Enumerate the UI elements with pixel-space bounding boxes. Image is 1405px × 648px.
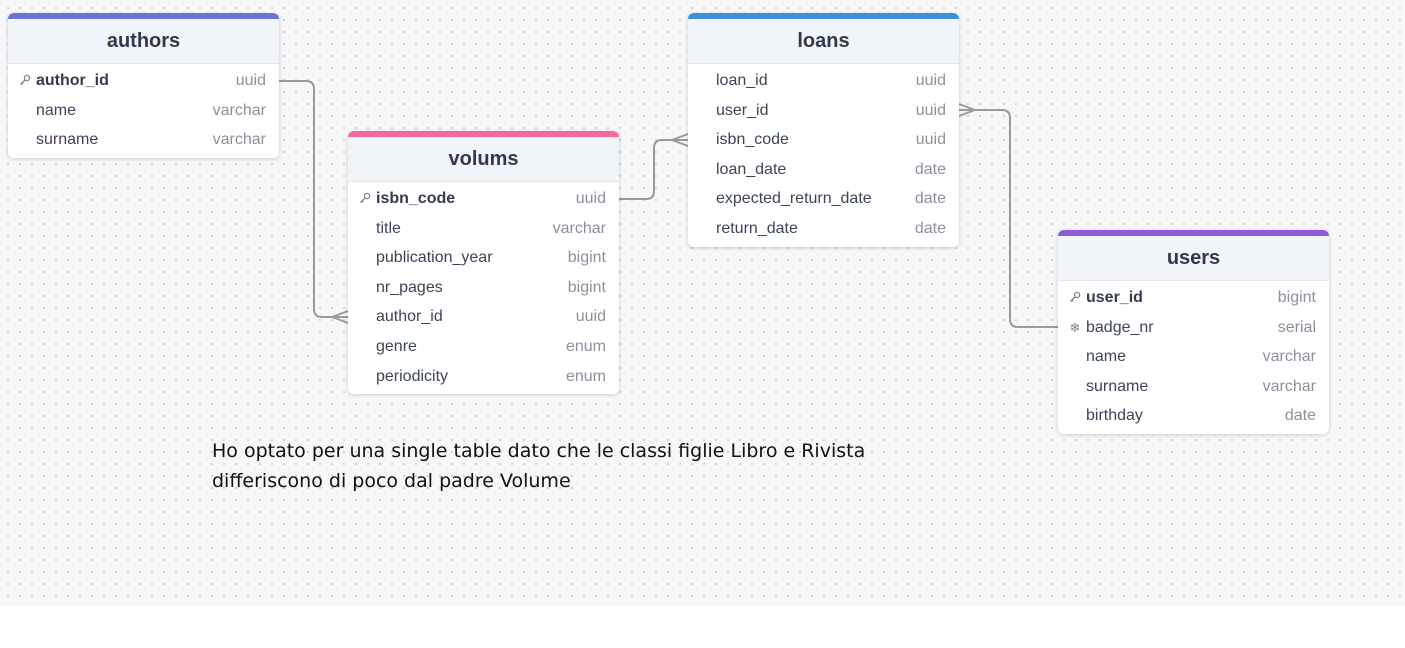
field-type: date <box>914 160 946 178</box>
field-row-genre[interactable]: genre enum <box>348 332 619 362</box>
field-name: isbn_code <box>716 131 789 149</box>
note-line-1: Ho optato per una single table dato che … <box>212 440 866 462</box>
field-type: varchar <box>212 101 266 119</box>
field-row-loan-date[interactable]: loan_date date <box>688 155 959 185</box>
field-type: date <box>914 219 946 237</box>
table-fields: user_id bigint ❄ badge_nr serial name varchar s… <box>1058 281 1329 431</box>
field-row-name[interactable]: name varchar <box>1058 342 1329 372</box>
table-users[interactable]: users user_id bigint ❄ badge_nr serial name var… <box>1058 230 1329 434</box>
table-loans[interactable]: loans loan_id uuid user_id uuid isbn_code uuid… <box>688 13 959 247</box>
key-icon <box>358 184 372 214</box>
field-type: uuid <box>915 72 946 89</box>
table-authors[interactable]: authors author_id uuid name varchar surname va… <box>8 13 279 158</box>
field-row-title[interactable]: title varchar <box>348 214 619 244</box>
field-name: name <box>36 101 77 119</box>
field-row-publication-year[interactable]: publication_year bigint <box>348 243 619 273</box>
field-name: expected_return_date <box>716 190 872 208</box>
field-row-isbn-code[interactable]: isbn_code uuid <box>348 184 619 214</box>
field-type: date <box>1284 407 1316 425</box>
table-fields: loan_id uuid user_id uuid isbn_code uuid loan_… <box>688 64 959 244</box>
table-header[interactable]: loans <box>688 19 959 64</box>
field-name: title <box>376 219 401 237</box>
field-type: varchar <box>212 131 266 149</box>
link-authors-volums <box>279 80 348 318</box>
field-row-user-id[interactable]: user_id bigint <box>1058 283 1329 313</box>
table-header[interactable]: authors <box>8 19 279 64</box>
field-name: publication_year <box>376 249 493 267</box>
table-header[interactable]: users <box>1058 236 1329 281</box>
field-name: name <box>1086 348 1127 366</box>
field-type: varchar <box>1262 377 1316 395</box>
table-fields: isbn_code uuid title varchar publication_yea… <box>348 182 619 391</box>
field-name: nr_pages <box>376 278 443 296</box>
field-name: isbn_code <box>376 190 456 207</box>
field-type: uuid <box>235 72 266 89</box>
table-fields: author_id uuid name varchar surname varchar <box>8 64 279 155</box>
field-row-return-date[interactable]: return_date date <box>688 214 959 244</box>
field-row-badge-nr[interactable]: ❄ badge_nr serial <box>1058 313 1329 343</box>
link-users-loans <box>959 109 1058 328</box>
field-type: enum <box>565 337 606 355</box>
field-name: loan_date <box>716 160 787 178</box>
key-icon <box>1068 283 1082 313</box>
field-row-author-id[interactable]: author_id uuid <box>348 302 619 332</box>
field-row-isbn-code[interactable]: isbn_code uuid <box>688 125 959 155</box>
field-name: badge_nr <box>1086 318 1154 336</box>
field-name: genre <box>376 337 417 355</box>
field-name: birthday <box>1086 407 1143 425</box>
field-row-nr-pages[interactable]: nr_pages bigint <box>348 273 619 303</box>
field-type: enum <box>565 367 606 385</box>
field-type: serial <box>1277 318 1316 336</box>
field-name: user_id <box>1086 289 1143 306</box>
field-name: author_id <box>36 72 109 89</box>
field-type: uuid <box>575 190 606 207</box>
note-text: Ho optato per una single table dato che … <box>212 436 912 496</box>
note-line-2: differiscono di poco dal padre Volume <box>212 470 571 492</box>
table-header[interactable]: volums <box>348 137 619 182</box>
field-row-surname[interactable]: surname varchar <box>1058 372 1329 402</box>
field-row-expected-return-date[interactable]: expected_return_date date <box>688 184 959 214</box>
field-row-author-id[interactable]: author_id uuid <box>8 66 279 96</box>
field-type: date <box>914 190 946 208</box>
field-name: user_id <box>716 101 769 119</box>
field-type: bigint <box>567 249 606 267</box>
snowflake-icon: ❄ <box>1069 319 1081 335</box>
field-type: bigint <box>1277 289 1316 306</box>
field-name: surname <box>36 131 99 149</box>
field-type: uuid <box>915 131 946 149</box>
field-row-loan-id[interactable]: loan_id uuid <box>688 66 959 96</box>
field-row-surname[interactable]: surname varchar <box>8 125 279 155</box>
table-volums[interactable]: volums isbn_code uuid title varchar publicati… <box>348 131 619 395</box>
field-row-user-id[interactable]: user_id uuid <box>688 96 959 126</box>
field-type: bigint <box>567 278 606 296</box>
field-type: uuid <box>915 101 946 119</box>
field-name: return_date <box>716 219 798 237</box>
field-name: periodicity <box>376 367 449 385</box>
field-name: author_id <box>376 308 443 326</box>
field-row-name[interactable]: name varchar <box>8 96 279 126</box>
key-icon <box>18 66 32 96</box>
field-type: uuid <box>575 308 606 326</box>
field-type: varchar <box>1262 348 1316 366</box>
link-volums-loans <box>619 139 688 200</box>
field-row-periodicity[interactable]: periodicity enum <box>348 362 619 392</box>
field-name: surname <box>1086 377 1149 395</box>
field-row-birthday[interactable]: birthday date <box>1058 401 1329 431</box>
field-name: loan_id <box>716 72 768 89</box>
field-type: varchar <box>552 219 606 237</box>
